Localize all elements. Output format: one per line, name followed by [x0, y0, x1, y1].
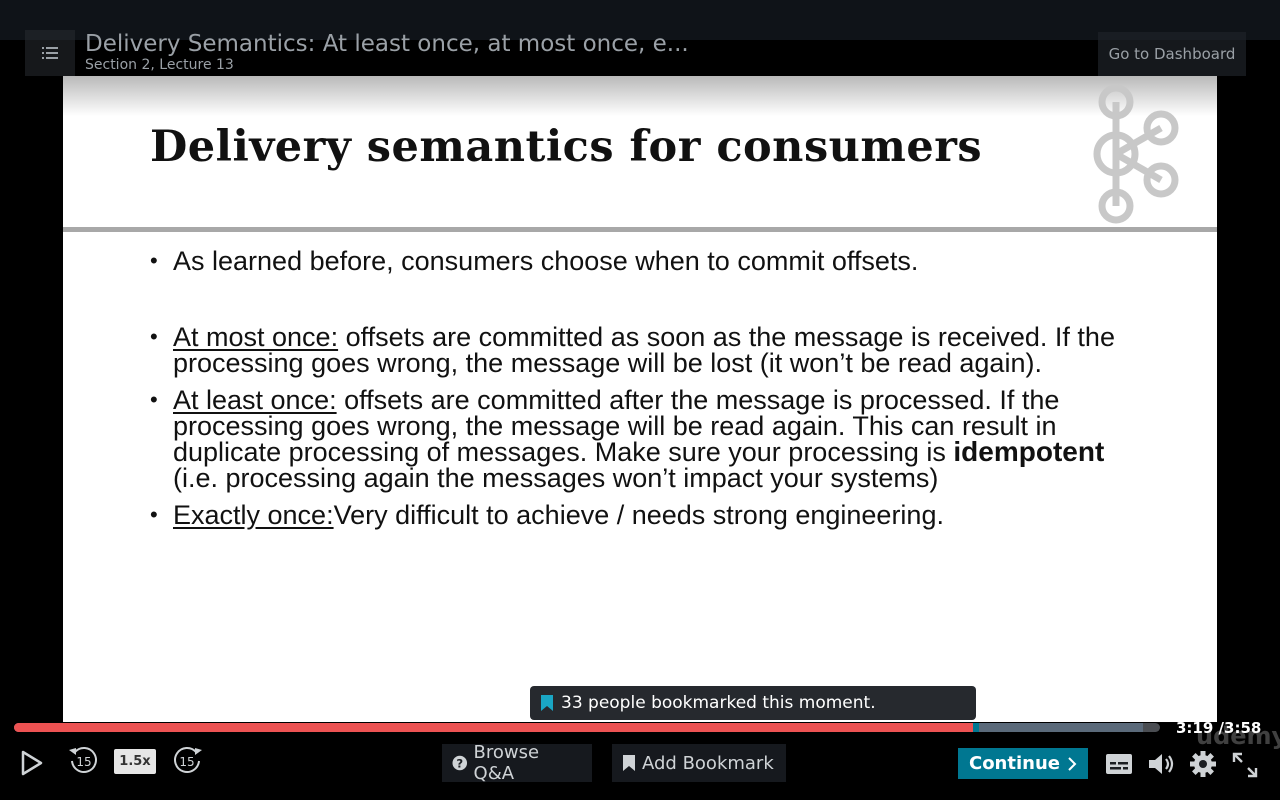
bullet-symbol: •	[150, 324, 158, 349]
continue-label: Continue	[968, 753, 1060, 774]
lecture-title: Delivery Semantics: At least once, at mo…	[85, 31, 689, 57]
expand-icon	[1232, 752, 1258, 778]
bullet-text: Very difficult to achieve / needs strong…	[333, 500, 944, 530]
bullet-symbol: •	[150, 248, 158, 273]
play-button[interactable]	[20, 750, 44, 776]
duration: /3:58	[1218, 719, 1262, 737]
settings-button[interactable]	[1189, 750, 1217, 778]
chevron-right-icon	[1068, 756, 1077, 771]
rewind-15-button[interactable]: 15	[67, 744, 101, 778]
bullet-text: (i.e. processing again the messages won’…	[173, 463, 939, 493]
browse-qa-button[interactable]: ? Browse Q&A	[442, 742, 592, 784]
play-icon	[21, 750, 43, 776]
add-bookmark-label: Add Bookmark	[642, 752, 774, 774]
bullet-text: As learned before, consumers choose when…	[173, 246, 919, 276]
bookmark-marker[interactable]	[973, 723, 979, 732]
bookmark-icon	[623, 755, 635, 771]
bullet-item: • At least once: offsets are committed a…	[150, 387, 1150, 493]
go-to-dashboard-button[interactable]: Go to Dashboard	[1098, 32, 1246, 76]
captions-icon	[1106, 754, 1132, 774]
gear-icon	[1190, 751, 1216, 777]
list-icon	[42, 47, 58, 59]
forward-15-button[interactable]: 15	[170, 744, 204, 778]
rewind-icon: 15	[69, 747, 97, 773]
bullet-item: • At most once: offsets are committed as…	[150, 324, 1150, 377]
bullet-item: • As learned before, consumers choose wh…	[150, 246, 1150, 276]
forward-icon: 15	[174, 747, 202, 773]
forward-seconds: 15	[179, 755, 194, 769]
progress-played	[14, 723, 973, 732]
lecture-subtitle: Section 2, Lecture 13	[85, 57, 234, 73]
continue-button[interactable]: Continue	[958, 748, 1088, 779]
time-display: 3:19 /3:58	[1176, 719, 1261, 737]
question-icon: ?	[452, 755, 468, 770]
curriculum-menu-button[interactable]	[25, 30, 75, 76]
slide-divider	[63, 227, 1217, 232]
playback-rate-button[interactable]: 1.5x	[114, 749, 156, 774]
captions-button[interactable]	[1105, 753, 1133, 775]
current-time: 3:19	[1176, 719, 1214, 737]
browse-qa-label: Browse Q&A	[473, 742, 540, 784]
volume-icon	[1149, 754, 1174, 774]
bullet-emphasis: idempotent	[953, 436, 1105, 467]
add-bookmark-button[interactable]: Add Bookmark	[612, 744, 786, 782]
control-bar: 15 1.5x 15 ? Browse Q&A Add Bookmark Con…	[0, 740, 1280, 800]
bullet-symbol: •	[150, 502, 158, 527]
volume-button[interactable]	[1147, 751, 1177, 777]
fullscreen-button[interactable]	[1231, 751, 1259, 779]
svg-text:?: ?	[456, 756, 463, 770]
video-player: Delivery Semantics: At least once, at mo…	[0, 0, 1280, 800]
bullet-term: Exactly once:	[173, 500, 334, 530]
rewind-seconds: 15	[76, 755, 91, 769]
bullet-item: • Exactly once:Very difficult to achieve…	[150, 500, 1150, 530]
lecture-header: Delivery Semantics: At least once, at mo…	[0, 28, 1280, 78]
bullet-symbol: •	[150, 387, 158, 412]
bookmark-tooltip: 33 people bookmarked this moment.	[530, 686, 976, 720]
tooltip-text: 33 people bookmarked this moment.	[561, 693, 876, 713]
progress-bar[interactable]	[14, 723, 1160, 732]
slide-title: Delivery semantics for consumers	[150, 122, 983, 172]
video-slide: Delivery semantics for consumers • As le…	[63, 76, 1217, 722]
bookmark-icon	[541, 695, 553, 711]
bullet-list: • As learned before, consumers choose wh…	[150, 244, 1150, 530]
kafka-logo-icon	[1093, 84, 1179, 224]
